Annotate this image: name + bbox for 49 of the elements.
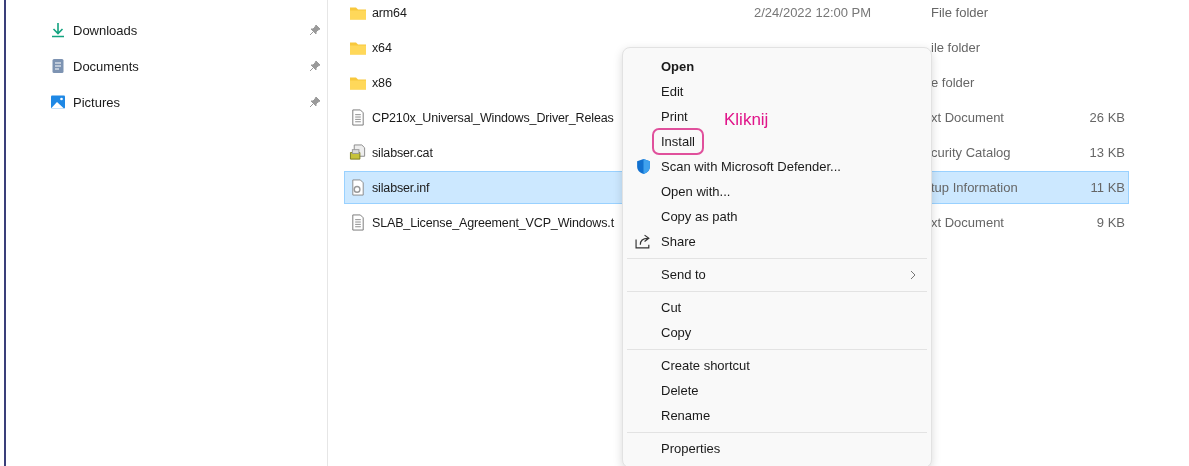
sidebar-item[interactable]: Downloads [6, 12, 327, 48]
menu-item[interactable]: Open [627, 54, 705, 79]
menu-item[interactable]: Scan with Microsoft Defender... [627, 154, 851, 179]
menu-item[interactable]: Open with... [627, 179, 741, 204]
file-type: xt Document [931, 215, 1005, 230]
menu-item[interactable]: Rename [627, 403, 721, 428]
file-name-cell[interactable]: silabser.inf [344, 171, 621, 204]
share-icon [635, 233, 652, 250]
file-type: xt Document [931, 110, 1005, 125]
pin-icon[interactable] [309, 96, 321, 108]
menu-item[interactable]: Create shortcut [627, 353, 760, 378]
menu-item[interactable]: Print [627, 104, 698, 129]
menu-item[interactable]: Send to [627, 262, 927, 287]
menu-item[interactable]: Properties [627, 436, 731, 461]
pin-icon[interactable] [309, 24, 321, 36]
shield-icon [635, 158, 652, 175]
file-type: File folder [931, 5, 990, 20]
file-type: ile folder [931, 40, 982, 55]
text-file-icon [349, 109, 367, 126]
annotation-label: Kliknij [724, 110, 769, 130]
file-name-cell[interactable]: arm64 [344, 0, 621, 29]
file-name-cell[interactable]: x86 [344, 66, 621, 99]
sidebar-item[interactable]: Pictures [6, 84, 327, 120]
file-size: 9 KB [1096, 215, 1126, 230]
menu-item[interactable]: Copy [627, 320, 702, 345]
file-size: 26 KB [1089, 110, 1126, 125]
file-type: tup Information [931, 180, 1019, 195]
menu-item[interactable]: Edit [627, 79, 694, 104]
download-icon [50, 22, 66, 38]
file-name-cell[interactable]: x64 [344, 31, 621, 64]
file-type: curity Catalog [931, 145, 1012, 160]
file-size: 11 KB [1090, 180, 1126, 195]
file-name-cell[interactable]: CP210x_Universal_Windows_Driver_Releas [344, 101, 621, 134]
file-name-cell[interactable]: SLAB_License_Agreement_VCP_Windows.t [344, 206, 621, 239]
text-file-icon [349, 214, 367, 231]
sidebar-item[interactable]: Documents [6, 48, 327, 84]
menu-item[interactable]: Copy as path [627, 204, 748, 229]
file-name-cell[interactable]: silabser.cat [344, 136, 621, 169]
menu-item[interactable]: Cut [627, 295, 692, 320]
date-modified: 2/24/2022 12:00 PM [754, 5, 872, 20]
catalog-file-icon [349, 144, 367, 161]
picture-icon [50, 94, 66, 110]
menu-item[interactable]: Delete [627, 378, 709, 403]
file-type: e folder [931, 75, 976, 90]
menu-item[interactable]: Share [627, 229, 706, 254]
settings-file-icon [349, 179, 367, 196]
pin-icon[interactable] [309, 60, 321, 72]
document-icon [50, 58, 66, 74]
file-size: 13 KB [1089, 145, 1126, 160]
